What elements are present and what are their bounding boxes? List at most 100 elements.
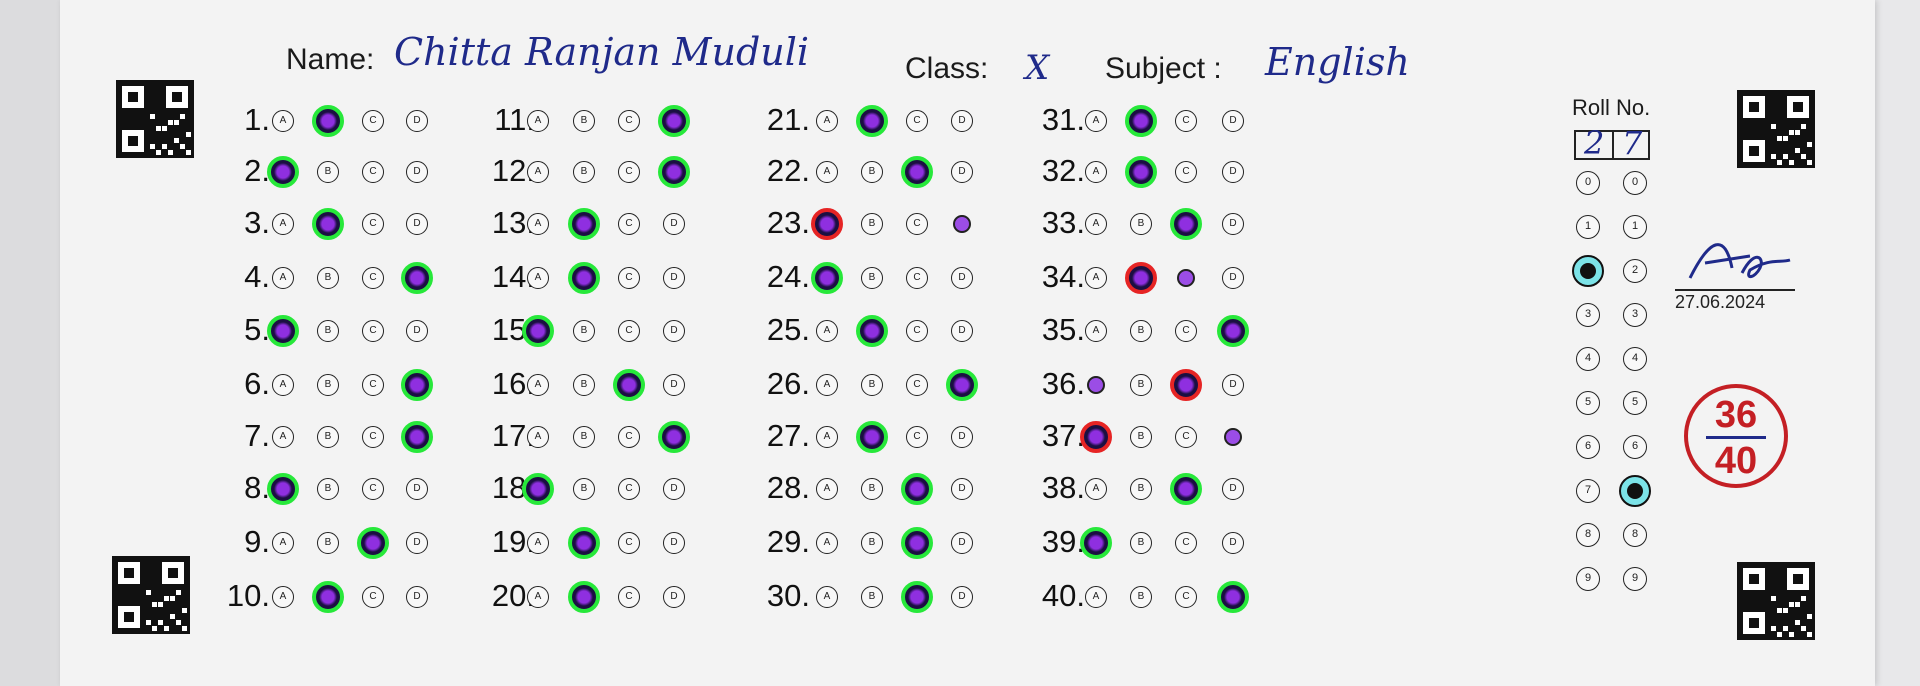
bubble-option-b[interactable]: B: [1130, 532, 1152, 554]
bubble-option-d[interactable]: D: [406, 213, 428, 235]
bubble-option-c[interactable]: C: [1175, 426, 1197, 448]
bubble-option-c[interactable]: C: [906, 267, 928, 289]
bubble-option-a[interactable]: A: [816, 478, 838, 500]
bubble-option-a[interactable]: A: [1085, 267, 1107, 289]
roll-bubble[interactable]: 7: [1576, 479, 1600, 503]
bubble-option-a[interactable]: A: [272, 426, 294, 448]
bubble-marked-a[interactable]: [522, 473, 554, 505]
roll-bubble[interactable]: 6: [1576, 435, 1600, 459]
bubble-option-c[interactable]: C: [1175, 586, 1197, 608]
bubble-marked-a[interactable]: [811, 208, 843, 240]
bubble-marked-c[interactable]: [1170, 473, 1202, 505]
bubble-marked-a[interactable]: [267, 156, 299, 188]
bubble-marked-d[interactable]: [946, 369, 978, 401]
bubble-option-c[interactable]: C: [1175, 320, 1197, 342]
roll-bubble[interactable]: 3: [1576, 303, 1600, 327]
bubble-option-a[interactable]: A: [1085, 320, 1107, 342]
bubble-option-b[interactable]: B: [317, 478, 339, 500]
bubble-option-d[interactable]: D: [663, 213, 685, 235]
bubble-option-c[interactable]: C: [618, 426, 640, 448]
bubble-marked-b[interactable]: [1125, 262, 1157, 294]
bubble-option-c[interactable]: C: [618, 213, 640, 235]
roll-bubble[interactable]: 9: [1623, 567, 1647, 591]
bubble-option-d[interactable]: D: [951, 110, 973, 132]
bubble-marked-a[interactable]: [1080, 527, 1112, 559]
roll-bubble[interactable]: 0: [1576, 171, 1600, 195]
bubble-marked-b[interactable]: [1125, 156, 1157, 188]
bubble-marked-b[interactable]: [856, 105, 888, 137]
bubble-correct-answer-d[interactable]: [953, 215, 971, 233]
bubble-marked-d[interactable]: [401, 421, 433, 453]
bubble-correct-answer-d[interactable]: [1224, 428, 1242, 446]
bubble-option-d[interactable]: D: [406, 161, 428, 183]
bubble-option-b[interactable]: B: [573, 320, 595, 342]
bubble-option-a[interactable]: A: [816, 320, 838, 342]
bubble-option-c[interactable]: C: [362, 267, 384, 289]
bubble-option-c[interactable]: C: [906, 110, 928, 132]
bubble-marked-c[interactable]: [901, 473, 933, 505]
bubble-option-a[interactable]: A: [1085, 586, 1107, 608]
bubble-option-c[interactable]: C: [362, 110, 384, 132]
bubble-option-a[interactable]: A: [816, 110, 838, 132]
bubble-option-c[interactable]: C: [362, 374, 384, 396]
bubble-option-c[interactable]: C: [618, 320, 640, 342]
bubble-marked-c[interactable]: [901, 156, 933, 188]
bubble-option-d[interactable]: D: [951, 478, 973, 500]
bubble-option-b[interactable]: B: [317, 320, 339, 342]
bubble-option-b[interactable]: B: [861, 213, 883, 235]
roll-bubble[interactable]: 9: [1576, 567, 1600, 591]
bubble-option-a[interactable]: A: [1085, 213, 1107, 235]
bubble-option-b[interactable]: B: [1130, 374, 1152, 396]
bubble-marked-c[interactable]: [613, 369, 645, 401]
bubble-option-c[interactable]: C: [1175, 532, 1197, 554]
bubble-option-d[interactable]: D: [406, 320, 428, 342]
bubble-marked-a[interactable]: [811, 262, 843, 294]
bubble-option-a[interactable]: A: [816, 161, 838, 183]
bubble-marked-a[interactable]: [267, 315, 299, 347]
bubble-marked-d[interactable]: [1217, 581, 1249, 613]
bubble-option-c[interactable]: C: [362, 161, 384, 183]
bubble-marked-d[interactable]: [401, 369, 433, 401]
roll-bubble[interactable]: 8: [1576, 523, 1600, 547]
bubble-option-d[interactable]: D: [951, 426, 973, 448]
bubble-option-a[interactable]: A: [527, 161, 549, 183]
bubble-option-b[interactable]: B: [317, 374, 339, 396]
bubble-marked-d[interactable]: [658, 105, 690, 137]
bubble-option-c[interactable]: C: [362, 213, 384, 235]
bubble-option-c[interactable]: C: [618, 110, 640, 132]
bubble-option-b[interactable]: B: [861, 161, 883, 183]
bubble-marked-d[interactable]: [658, 421, 690, 453]
bubble-option-a[interactable]: A: [1085, 161, 1107, 183]
bubble-marked-c[interactable]: [901, 581, 933, 613]
bubble-correct-answer-c[interactable]: [1177, 269, 1195, 287]
bubble-option-c[interactable]: C: [1175, 161, 1197, 183]
bubble-option-c[interactable]: C: [618, 586, 640, 608]
bubble-option-a[interactable]: A: [527, 426, 549, 448]
bubble-marked-b[interactable]: [568, 581, 600, 613]
bubble-option-b[interactable]: B: [861, 267, 883, 289]
bubble-option-c[interactable]: C: [362, 320, 384, 342]
bubble-option-c[interactable]: C: [906, 374, 928, 396]
bubble-option-b[interactable]: B: [573, 110, 595, 132]
bubble-option-c[interactable]: C: [618, 478, 640, 500]
bubble-option-a[interactable]: A: [816, 426, 838, 448]
bubble-option-d[interactable]: D: [951, 586, 973, 608]
bubble-option-d[interactable]: D: [663, 374, 685, 396]
bubble-option-b[interactable]: B: [1130, 213, 1152, 235]
bubble-option-c[interactable]: C: [618, 532, 640, 554]
bubble-option-a[interactable]: A: [272, 267, 294, 289]
bubble-option-d[interactable]: D: [951, 532, 973, 554]
bubble-option-c[interactable]: C: [1175, 110, 1197, 132]
roll-bubble-marked[interactable]: [1619, 475, 1651, 507]
bubble-option-a[interactable]: A: [527, 213, 549, 235]
bubble-marked-b[interactable]: [856, 315, 888, 347]
bubble-option-d[interactable]: D: [1222, 267, 1244, 289]
bubble-option-c[interactable]: C: [906, 213, 928, 235]
bubble-correct-answer-a[interactable]: [1087, 376, 1105, 394]
roll-bubble-marked[interactable]: [1572, 255, 1604, 287]
bubble-option-a[interactable]: A: [816, 586, 838, 608]
bubble-option-a[interactable]: A: [527, 532, 549, 554]
bubble-marked-b[interactable]: [312, 208, 344, 240]
bubble-option-a[interactable]: A: [272, 213, 294, 235]
roll-bubble[interactable]: 5: [1576, 391, 1600, 415]
